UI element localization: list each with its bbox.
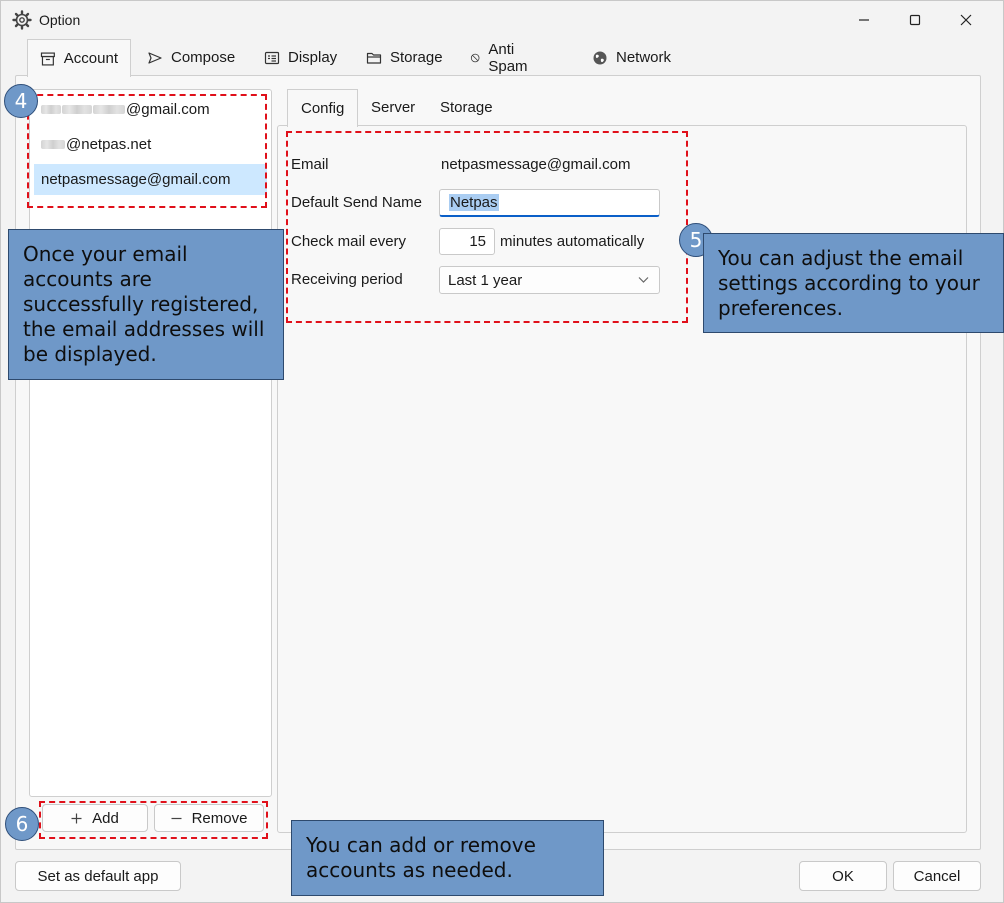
cancel-button[interactable]: Cancel <box>893 861 981 891</box>
globe-icon <box>593 51 607 64</box>
tab-label: Storage <box>390 49 443 66</box>
send-arrow-icon <box>148 51 162 64</box>
tab-display[interactable]: Display <box>252 39 349 76</box>
tab-server[interactable]: Server <box>358 89 428 126</box>
tab-compose[interactable]: Compose <box>135 39 247 76</box>
close-button[interactable] <box>941 1 991 39</box>
window-title: Option <box>39 12 81 28</box>
button-label: Cancel <box>913 867 961 885</box>
tab-label: Storage <box>440 99 493 116</box>
callout-adjust-settings: You can adjust the email settings accord… <box>703 233 1004 333</box>
buttons-highlight <box>39 801 268 839</box>
accounts-highlight <box>27 94 267 208</box>
callout-add-remove: You can add or remove accounts as needed… <box>291 820 604 896</box>
button-label: Set as default app <box>37 867 159 885</box>
tab-label: Compose <box>171 49 236 66</box>
callout-accounts-displayed: Once your email accounts are successfull… <box>8 229 284 380</box>
tab-account[interactable]: Account <box>27 39 131 77</box>
tab-label: Server <box>371 99 416 116</box>
tab-storage[interactable]: Storage <box>354 39 455 76</box>
minimize-button[interactable] <box>839 1 889 39</box>
display-list-icon <box>264 51 280 64</box>
step-badge-4: 4 <box>4 84 38 118</box>
step-badge-6: 6 <box>5 807 39 841</box>
tab-network[interactable]: Network <box>580 39 683 76</box>
button-label: OK <box>832 867 854 885</box>
tab-label: Anti Spam <box>488 40 528 75</box>
maximize-button[interactable] <box>890 1 940 39</box>
archive-box-icon <box>40 51 55 66</box>
option-window: Option Account Compose Display Storage A… <box>0 0 1004 903</box>
block-icon <box>470 53 480 62</box>
gear-icon <box>12 10 32 30</box>
ok-button[interactable]: OK <box>799 861 887 891</box>
tab-config[interactable]: Config <box>287 89 359 127</box>
title-bar: Option <box>1 1 1003 39</box>
tab-label: Display <box>288 49 338 66</box>
tab-label: Config <box>301 100 345 117</box>
close-icon <box>960 14 972 26</box>
config-highlight <box>286 131 688 323</box>
set-default-app-button[interactable]: Set as default app <box>15 861 181 891</box>
tab-sub-storage[interactable]: Storage <box>427 89 506 126</box>
tab-label: Account <box>63 50 118 67</box>
tab-label: Network <box>616 49 672 66</box>
folder-icon <box>366 52 382 64</box>
maximize-icon <box>909 14 921 26</box>
minimize-icon <box>859 19 869 21</box>
tab-anti-spam[interactable]: Anti Spam <box>458 39 545 76</box>
